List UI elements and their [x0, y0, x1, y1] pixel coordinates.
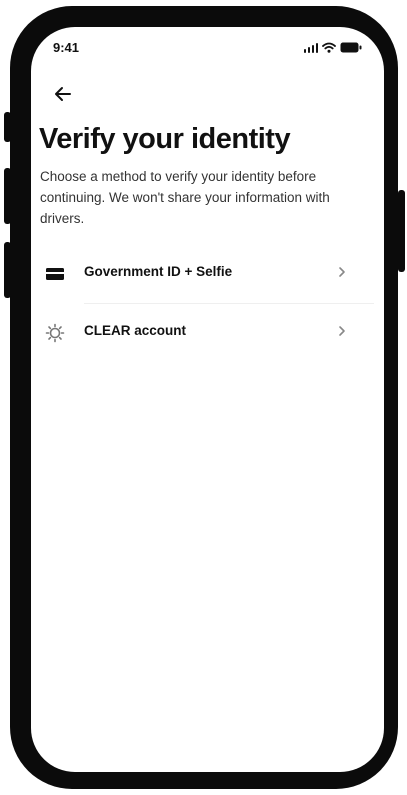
option-government-id-selfie[interactable]: Government ID + Selfie — [31, 246, 384, 302]
power-button — [398, 190, 405, 272]
wifi-icon — [322, 42, 336, 53]
option-label: Government ID + Selfie — [84, 264, 233, 279]
option-clear-account[interactable]: CLEAR account — [31, 305, 384, 361]
screen: 9:41 Verify your identity Choose a metho… — [31, 27, 384, 772]
id-card-icon — [45, 264, 65, 284]
clear-logo-icon — [45, 323, 65, 343]
status-time: 9:41 — [53, 40, 80, 55]
chevron-right-icon — [335, 321, 349, 341]
volume-down-button — [4, 242, 11, 298]
arrow-left-icon[interactable] — [51, 82, 75, 106]
option-label: CLEAR account — [84, 323, 187, 338]
battery-icon — [340, 42, 362, 53]
mute-switch — [4, 112, 11, 142]
volume-up-button — [4, 168, 11, 224]
page-description: Choose a method to verify your identity … — [40, 169, 330, 226]
option-divider — [84, 303, 374, 304]
signal-icon — [303, 43, 318, 53]
page-title: Verify your identity — [39, 123, 291, 155]
chevron-right-icon — [335, 262, 349, 282]
status-icons — [303, 42, 363, 53]
